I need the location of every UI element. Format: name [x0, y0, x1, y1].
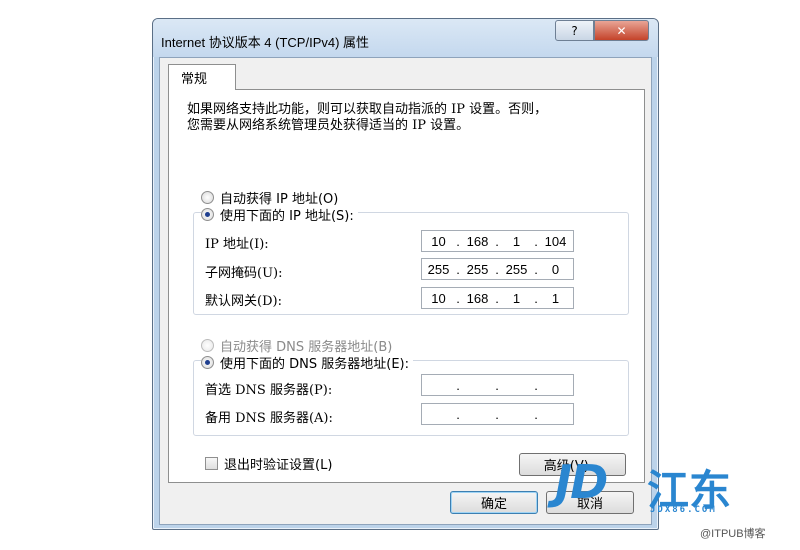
ip-octet-2: 168	[466, 233, 489, 249]
watermark-url: JDX86.COM	[650, 505, 717, 515]
ip-address-label: IP 地址(I):	[205, 237, 269, 252]
gateway-octet-2: 168	[466, 290, 489, 306]
credit-text: @ITPUB博客	[700, 528, 766, 540]
watermark-logo: JD	[555, 455, 608, 509]
validate-settings-checkbox[interactable]: 退出时验证设置(L)	[205, 454, 332, 473]
tcpip-properties-dialog: Internet 协议版本 4 (TCP/IPv4) 属性 ? ✕ 常规 如果网…	[152, 18, 659, 530]
alternate-dns-input[interactable]: . . .	[421, 403, 574, 425]
ok-button[interactable]: 确定	[450, 491, 538, 514]
manual-dns-label: 使用下面的 DNS 服务器地址(E):	[220, 357, 409, 372]
ip-address-input[interactable]: 10. 168. 1. 104	[421, 230, 574, 252]
close-icon: ✕	[616, 23, 627, 38]
auto-ip-radio-indicator[interactable]	[201, 191, 214, 204]
manual-dns-radio[interactable]: 使用下面的 DNS 服务器地址(E):	[201, 353, 413, 372]
validate-checkbox-label: 退出时验证设置(L)	[224, 458, 333, 473]
manual-ip-radio-indicator[interactable]	[201, 208, 214, 221]
description-line-1: 如果网络支持此功能，则可以获取自动指派的 IP 设置。否则，	[187, 102, 548, 117]
mask-octet-4: 0	[551, 261, 560, 277]
gateway-octet-3: 1	[512, 290, 521, 306]
validate-checkbox-box[interactable]	[205, 457, 218, 470]
subnet-mask-label: 子网掩码(U):	[205, 266, 283, 281]
window-title: Internet 协议版本 4 (TCP/IPv4) 属性	[161, 35, 370, 50]
ip-octet-1: 10	[431, 233, 446, 249]
description-text: 如果网络支持此功能，则可以获取自动指派的 IP 设置。否则， 您需要从网络系统管…	[187, 102, 547, 134]
site-watermark: JD 江东 JDX86.COM	[555, 455, 795, 515]
alternate-dns-label: 备用 DNS 服务器(A):	[205, 411, 333, 426]
tab-general-label: 常规	[181, 72, 208, 87]
ok-button-label: 确定	[480, 497, 507, 512]
tab-general[interactable]: 常规	[168, 64, 236, 90]
mask-octet-3: 255	[505, 261, 528, 277]
close-button[interactable]: ✕	[594, 20, 649, 41]
gateway-input[interactable]: 10. 168. 1. 1	[421, 287, 574, 309]
ip-octet-4: 104	[544, 233, 567, 249]
general-tab-panel: 如果网络支持此功能，则可以获取自动指派的 IP 设置。否则， 您需要从网络系统管…	[168, 89, 645, 483]
title-bar[interactable]: Internet 协议版本 4 (TCP/IPv4) 属性 ? ✕	[153, 19, 658, 57]
help-button[interactable]: ?	[555, 20, 594, 41]
preferred-dns-input[interactable]: . . .	[421, 374, 574, 396]
mask-octet-2: 255	[466, 261, 489, 277]
gateway-octet-1: 10	[431, 290, 446, 306]
gateway-label: 默认网关(D):	[205, 294, 282, 309]
manual-dns-radio-indicator[interactable]	[201, 356, 214, 369]
description-line-2: 您需要从网络系统管理员处获得适当的 IP 设置。	[187, 118, 470, 133]
manual-ip-radio[interactable]: 使用下面的 IP 地址(S):	[201, 205, 358, 224]
help-icon: ?	[571, 23, 578, 38]
subnet-mask-input[interactable]: 255. 255. 255. 0	[421, 258, 574, 280]
auto-dns-radio-indicator[interactable]	[201, 339, 214, 352]
gateway-octet-4: 1	[551, 290, 560, 306]
ip-octet-3: 1	[512, 233, 521, 249]
mask-octet-1: 255	[427, 261, 450, 277]
manual-ip-label: 使用下面的 IP 地址(S):	[220, 209, 354, 224]
preferred-dns-label: 首选 DNS 服务器(P):	[205, 383, 333, 398]
